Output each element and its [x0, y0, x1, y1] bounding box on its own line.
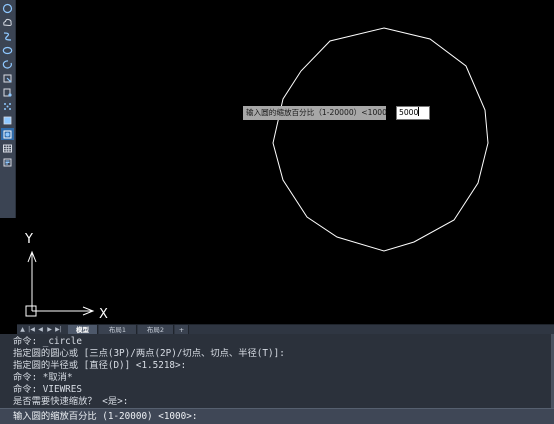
circle-arc-icon [2, 3, 13, 13]
command-history-line: 命令: _circle [13, 336, 82, 347]
insert-block-tool-button[interactable] [1, 72, 14, 84]
command-history-line: 命令: *取消* [13, 372, 73, 383]
command-line-window: 命令: _circle 指定圆的圆心或 [三点(3P)/两点(2P)/切点、切点… [0, 334, 554, 424]
drawing-canvas[interactable]: Y X 输入圆的缩放百分比（1-20000）<1000>: 5000 [17, 0, 554, 324]
drawing-area: Y X [24, 27, 489, 322]
spline-icon [3, 31, 12, 41]
ucs-icon: Y X [24, 232, 108, 322]
cloud-tool-button[interactable] [1, 16, 14, 28]
command-history-line: 是否需要快速缩放？ <是>: [13, 396, 129, 407]
table-tool-button[interactable] [1, 142, 14, 154]
circle-arc-tool-button[interactable] [1, 2, 14, 14]
first-tab-icon[interactable]: |◀ [28, 326, 35, 334]
dynamic-input-value: 5000 [399, 108, 419, 117]
mtext-icon [3, 158, 12, 166]
dynamic-input-prompt: 输入圆的缩放百分比（1-20000）<1000>: [243, 106, 386, 120]
gradient-icon [3, 130, 12, 138]
command-history: 命令: _circle 指定圆的圆心或 [三点(3P)/两点(2P)/切点、切点… [0, 336, 554, 408]
ellipse-arc-tool-button[interactable] [1, 58, 14, 70]
tab-menu-button[interactable]: ▲ [19, 326, 26, 334]
make-block-icon [3, 88, 12, 97]
cloud-icon [3, 18, 12, 26]
next-tab-icon[interactable]: ▶ [46, 326, 53, 334]
point-tool-button[interactable] [1, 100, 14, 112]
ucs-x-label: X [99, 307, 108, 322]
ellipse-tool-button[interactable] [1, 44, 14, 56]
dynamic-input-field[interactable]: 5000 [396, 106, 430, 120]
command-input[interactable]: 输入圆的缩放百分比 (1-20000) <1000>: [0, 408, 554, 424]
hatch-tool-button[interactable] [1, 114, 14, 126]
table-icon [3, 144, 12, 152]
ellipse-arc-icon [2, 59, 12, 69]
spline-tool-button[interactable] [1, 30, 14, 42]
command-history-line: 指定圆的圆心或 [三点(3P)/两点(2P)/切点、切点、半径(T)]: [13, 348, 285, 359]
prev-tab-icon[interactable]: ◀ [37, 326, 44, 334]
insert-block-icon [3, 74, 12, 82]
gradient-tool-button[interactable] [1, 128, 14, 140]
last-tab-icon[interactable]: ▶| [55, 326, 62, 334]
layout-tabs-bar: ▲ |◀ ◀ ▶ ▶| 模型 布局1 布局2 + [17, 324, 554, 335]
point-icon [4, 102, 11, 110]
hatch-icon [3, 116, 12, 124]
command-history-line: 指定圆的半径或 [直径(D)] <1.5218>: [13, 360, 187, 371]
ellipse-icon [2, 46, 13, 54]
command-history-line: 命令: VIEWRES [13, 384, 82, 395]
mtext-tool-button[interactable] [1, 156, 14, 168]
circle-entity[interactable] [272, 27, 489, 252]
draw-toolbar [0, 0, 16, 218]
make-block-tool-button[interactable] [1, 86, 14, 98]
ucs-y-label: Y [24, 232, 33, 247]
